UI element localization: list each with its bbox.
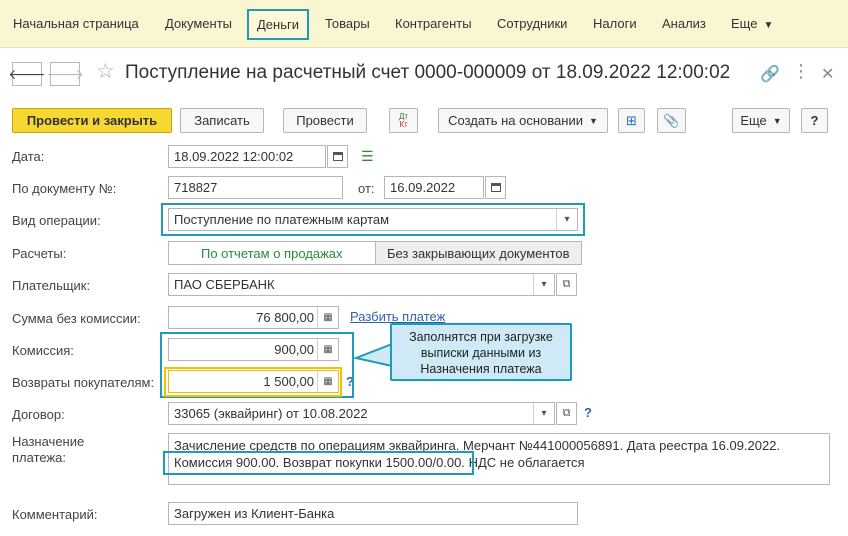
calendar-button[interactable] xyxy=(327,145,348,168)
calendar-icon xyxy=(332,152,343,161)
from-date-field[interactable]: 16.09.2022 xyxy=(384,176,484,199)
star-icon[interactable]: ☆ xyxy=(96,59,115,84)
from-label: от: xyxy=(358,181,375,196)
attach-button[interactable]: 📎 xyxy=(657,108,686,133)
top-menu: Начальная страница Документы Деньги Това… xyxy=(0,0,848,48)
comment-field[interactable]: Загружен из Клиент-Банка xyxy=(168,502,578,525)
history-icon[interactable]: ☰ xyxy=(361,148,374,165)
arrow-right-icon: 🡒 xyxy=(46,65,84,82)
calc-option-no-closing-docs[interactable]: Без закрывающих документов xyxy=(375,241,582,265)
back-button[interactable]: 🡐 xyxy=(8,62,46,86)
chevron-down-icon[interactable]: ▾ xyxy=(533,403,554,424)
kt-icon-part: Кт xyxy=(399,119,408,129)
contract-value: 33065 (эквайринг) от 10.08.2022 xyxy=(174,406,368,421)
payer-label: Плательщик: xyxy=(12,278,91,293)
chevron-down-icon: ▼ xyxy=(763,20,774,31)
purpose-label-line-2: платежа: xyxy=(12,450,66,465)
sum-field[interactable]: 76 800,00 ▦ xyxy=(168,306,339,329)
chevron-down-icon: ▼ xyxy=(772,115,782,126)
kebab-menu-icon[interactable]: ⋮ xyxy=(792,61,810,82)
date-label: Дата: xyxy=(12,149,45,164)
contract-open-button[interactable]: ⧉ xyxy=(556,402,577,425)
sum-value: 76 800,00 xyxy=(256,310,314,325)
sum-label: Сумма без комиссии: xyxy=(12,311,141,326)
help-button[interactable]: ? xyxy=(801,108,828,133)
more-label: Еще xyxy=(740,113,767,128)
open-icon: ⧉ xyxy=(562,278,571,290)
menu-item-counterparties[interactable]: Контрагенты xyxy=(395,16,472,31)
paperclip-icon: 📎 xyxy=(663,112,680,128)
contract-label: Договор: xyxy=(12,407,65,422)
date-field[interactable]: 18.09.2022 12:00:02 xyxy=(168,145,326,168)
operation-type-label: Вид операции: xyxy=(12,213,101,228)
menu-item-money[interactable]: Деньги xyxy=(247,9,309,40)
calc-option-by-sales-reports[interactable]: По отчетам о продажах xyxy=(168,241,376,265)
doc-number-label: По документу №: xyxy=(12,181,117,196)
menu-item-analysis[interactable]: Анализ xyxy=(662,16,706,31)
payer-value: ПАО СБЕРБАНК xyxy=(174,277,275,292)
calculations-label: Расчеты: xyxy=(12,246,67,261)
commission-label: Комиссия: xyxy=(12,343,74,358)
highlight-purpose-commission xyxy=(163,451,474,475)
calculator-icon[interactable]: ▦ xyxy=(317,307,338,328)
callout-pointer xyxy=(354,342,393,368)
returns-label: Возвраты покупателям: xyxy=(12,375,155,390)
doc-number-field[interactable]: 718827 xyxy=(168,176,343,199)
chevron-down-icon: ▼ xyxy=(588,115,598,126)
menu-item-taxes[interactable]: Налоги xyxy=(593,16,637,31)
calculations-toggle: По отчетам о продажах Без закрывающих до… xyxy=(168,241,582,265)
payer-open-button[interactable]: ⧉ xyxy=(556,273,577,296)
contract-help-icon[interactable]: ? xyxy=(584,405,592,420)
contract-field[interactable]: 33065 (эквайринг) от 10.08.2022 ▾ xyxy=(168,402,555,425)
structure-button[interactable]: ⊞ xyxy=(618,108,645,133)
menu-item-goods[interactable]: Товары xyxy=(325,16,370,31)
highlight-returns-field xyxy=(164,367,342,397)
menu-item-documents[interactable]: Документы xyxy=(165,16,232,31)
link-icon[interactable]: 🔗 xyxy=(760,64,780,84)
highlight-operation-type xyxy=(161,203,585,236)
create-based-on-button[interactable]: Создать на основании ▼ xyxy=(438,108,608,133)
callout-line-3: Назначения платежа xyxy=(420,362,542,376)
menu-more-label: Еще xyxy=(731,16,758,31)
close-icon[interactable]: ✕ xyxy=(821,64,834,84)
structure-icon: ⊞ xyxy=(626,112,637,128)
callout-line-1: Заполнятся при загрузке xyxy=(409,330,553,344)
menu-item-home[interactable]: Начальная страница xyxy=(13,16,139,31)
chevron-down-icon[interactable]: ▾ xyxy=(533,274,554,295)
forward-button[interactable]: 🡒 xyxy=(46,62,84,86)
open-icon: ⧉ xyxy=(562,407,571,419)
purpose-label-line-1: Назначение xyxy=(12,434,85,449)
create-based-on-label: Создать на основании xyxy=(448,113,583,128)
comment-label: Комментарий: xyxy=(12,507,98,522)
dt-kt-button[interactable]: Дт Кт xyxy=(389,108,418,133)
callout-note: Заполнятся при загрузке выписки данными … xyxy=(390,323,572,381)
save-button[interactable]: Записать xyxy=(180,108,264,133)
arrow-left-icon: 🡐 xyxy=(8,65,46,82)
page-title: Поступление на расчетный счет 0000-00000… xyxy=(125,62,731,83)
post-and-close-button[interactable]: Провести и закрыть xyxy=(12,108,172,133)
payer-field[interactable]: ПАО СБЕРБАНК ▾ xyxy=(168,273,555,296)
post-button[interactable]: Провести xyxy=(283,108,367,133)
menu-item-employees[interactable]: Сотрудники xyxy=(497,16,567,31)
menu-item-more[interactable]: Еще ▼ xyxy=(731,16,773,31)
calendar-icon xyxy=(490,183,501,192)
split-payment-link[interactable]: Разбить платеж xyxy=(350,309,445,324)
from-calendar-button[interactable] xyxy=(485,176,506,199)
callout-line-2: выписки данными из xyxy=(420,346,542,360)
more-button[interactable]: Еще ▼ xyxy=(732,108,790,133)
